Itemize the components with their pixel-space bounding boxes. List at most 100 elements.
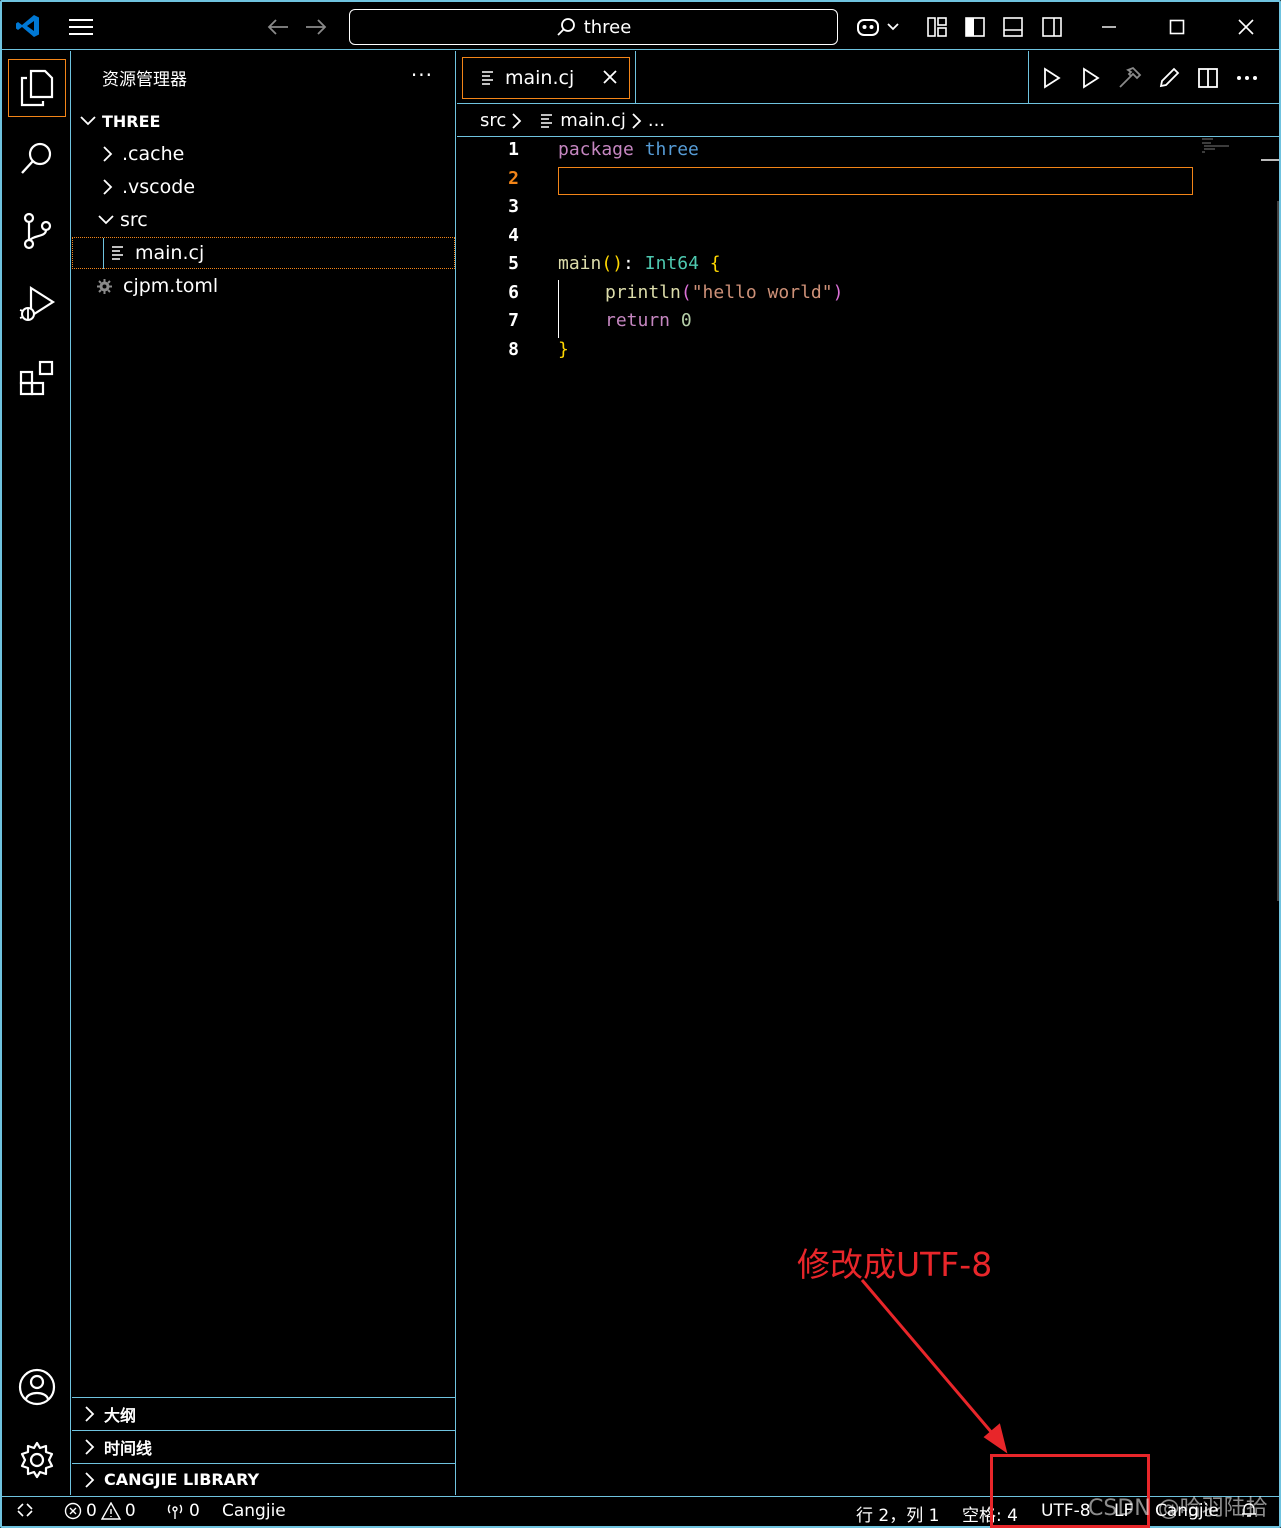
error-count: 0 (86, 1501, 97, 1521)
tree-item-src[interactable]: src (72, 204, 455, 236)
ports-indicator[interactable]: 0 (165, 1501, 200, 1521)
number-literal: 0 (680, 310, 692, 331)
breadcrumb-file[interactable]: main.cj (560, 110, 626, 131)
remote-icon[interactable] (16, 1501, 34, 1519)
title-bar: three (2, 2, 1279, 50)
file-lines-icon (540, 113, 554, 129)
code-line: 2 (457, 168, 1197, 196)
forward-arrow-icon[interactable] (300, 12, 332, 42)
chevron-right-icon (80, 1471, 100, 1488)
file-lines-icon (481, 70, 495, 86)
code-line: 8 } (457, 339, 1197, 367)
colon: : (623, 253, 645, 274)
tree-item-label: main.cj (135, 242, 205, 264)
line-text: } (558, 339, 569, 360)
broadcast-icon (165, 1502, 185, 1520)
line-number: 5 (508, 253, 519, 274)
edit-pencil-icon[interactable] (1154, 63, 1184, 93)
section-label: 时间线 (104, 1438, 153, 1458)
type-name: Int64 (644, 253, 699, 274)
section-label: 大纲 (104, 1405, 137, 1425)
tree-item-main-cj[interactable]: main.cj (72, 237, 455, 269)
code-line: 7 return 0 (457, 310, 1197, 338)
line-number: 2 (508, 168, 519, 189)
copilot-icon[interactable] (852, 12, 904, 42)
run-icon[interactable] (1037, 63, 1067, 93)
ports-count: 0 (189, 1501, 200, 1521)
debug-run-icon[interactable] (1076, 63, 1106, 93)
section-timeline[interactable]: 时间线 (72, 1430, 455, 1462)
account-icon[interactable] (8, 1358, 66, 1416)
command-center-search[interactable]: three (349, 9, 838, 45)
search-icon (556, 17, 576, 37)
minimap[interactable] (1201, 137, 1231, 157)
menu-icon[interactable] (64, 12, 98, 42)
tree-item-label: src (120, 209, 148, 231)
extensions-icon[interactable] (8, 348, 66, 406)
section-outline[interactable]: 大纲 (72, 1397, 455, 1429)
breadcrumb: src main.cj ... (457, 105, 1279, 137)
breadcrumb-folder[interactable]: src (480, 110, 506, 131)
chevron-down-icon (78, 116, 98, 126)
run-debug-icon[interactable] (8, 275, 66, 333)
tab-bar: main.cj (457, 51, 1279, 104)
section-cangjie-library[interactable]: CANGJIE LIBRARY (72, 1463, 455, 1495)
build-hammer-icon[interactable] (1115, 63, 1145, 93)
toggle-panel-icon[interactable] (998, 12, 1028, 42)
problems-indicator[interactable]: 0 0 (64, 1501, 136, 1521)
toggle-primary-sidebar-icon[interactable] (960, 12, 990, 42)
line-number: 8 (508, 339, 519, 360)
tree-item-cjpm-toml[interactable]: cjpm.toml (72, 270, 455, 302)
scrollbar-marker (1261, 159, 1279, 161)
more-actions-icon[interactable] (1232, 63, 1262, 93)
language-mode-indicator[interactable]: Cangjie (222, 1501, 286, 1521)
warning-icon (100, 1502, 121, 1520)
line-number: 4 (508, 225, 519, 246)
chevron-right-icon (80, 1438, 100, 1455)
indent-guide (103, 238, 104, 269)
workspace-root[interactable]: THREE (72, 105, 455, 137)
vertical-scrollbar[interactable] (1277, 201, 1279, 901)
line-text: return 0 (605, 310, 692, 331)
back-arrow-icon[interactable] (262, 12, 294, 42)
maximize-icon[interactable] (1160, 12, 1194, 42)
line-number: 1 (508, 139, 519, 160)
workspace-root-label: THREE (102, 111, 161, 131)
paren: ( (680, 282, 692, 303)
chevron-right-icon (512, 112, 522, 129)
toggle-secondary-sidebar-icon[interactable] (1037, 12, 1067, 42)
explorer-icon[interactable] (8, 59, 66, 117)
minimize-icon[interactable] (1092, 12, 1126, 42)
tree-item-vscode[interactable]: .vscode (72, 171, 455, 203)
source-control-icon[interactable] (8, 202, 66, 260)
tab-separator (635, 51, 636, 104)
keyword: return (605, 310, 671, 331)
brace: { (709, 253, 721, 274)
paren: ) (832, 282, 844, 303)
code-line: 3 (457, 196, 1197, 224)
close-window-icon[interactable] (1229, 12, 1263, 42)
line-text: println("hello world") (605, 282, 843, 303)
keyword: package (558, 139, 634, 160)
close-tab-icon[interactable] (599, 66, 621, 88)
split-editor-icon[interactable] (1193, 63, 1223, 93)
chevron-right-icon (632, 112, 642, 129)
annotation-text: 修改成UTF-8 (797, 1245, 993, 1284)
code-line: 5 main(): Int64 { (457, 253, 1197, 281)
breadcrumb-rest[interactable]: ... (648, 110, 665, 131)
line-number: 7 (508, 310, 519, 331)
line-text: package three (558, 139, 699, 160)
tree-item-cache[interactable]: .cache (72, 138, 455, 170)
tree-item-label: .vscode (122, 176, 196, 198)
more-actions-icon[interactable]: ··· (411, 63, 433, 87)
customize-layout-icon[interactable] (922, 12, 952, 42)
error-icon (64, 1502, 82, 1520)
settings-file-icon (96, 278, 113, 295)
line-text: main(): Int64 { (558, 253, 721, 274)
brace: } (558, 339, 569, 360)
tab-main-cj[interactable]: main.cj (462, 57, 630, 99)
manage-gear-icon[interactable] (8, 1431, 66, 1489)
code-line: 1 package three (457, 139, 1197, 167)
search-view-icon[interactable] (8, 129, 66, 187)
cursor-position[interactable]: 行 2，列 1 (856, 1501, 939, 1526)
